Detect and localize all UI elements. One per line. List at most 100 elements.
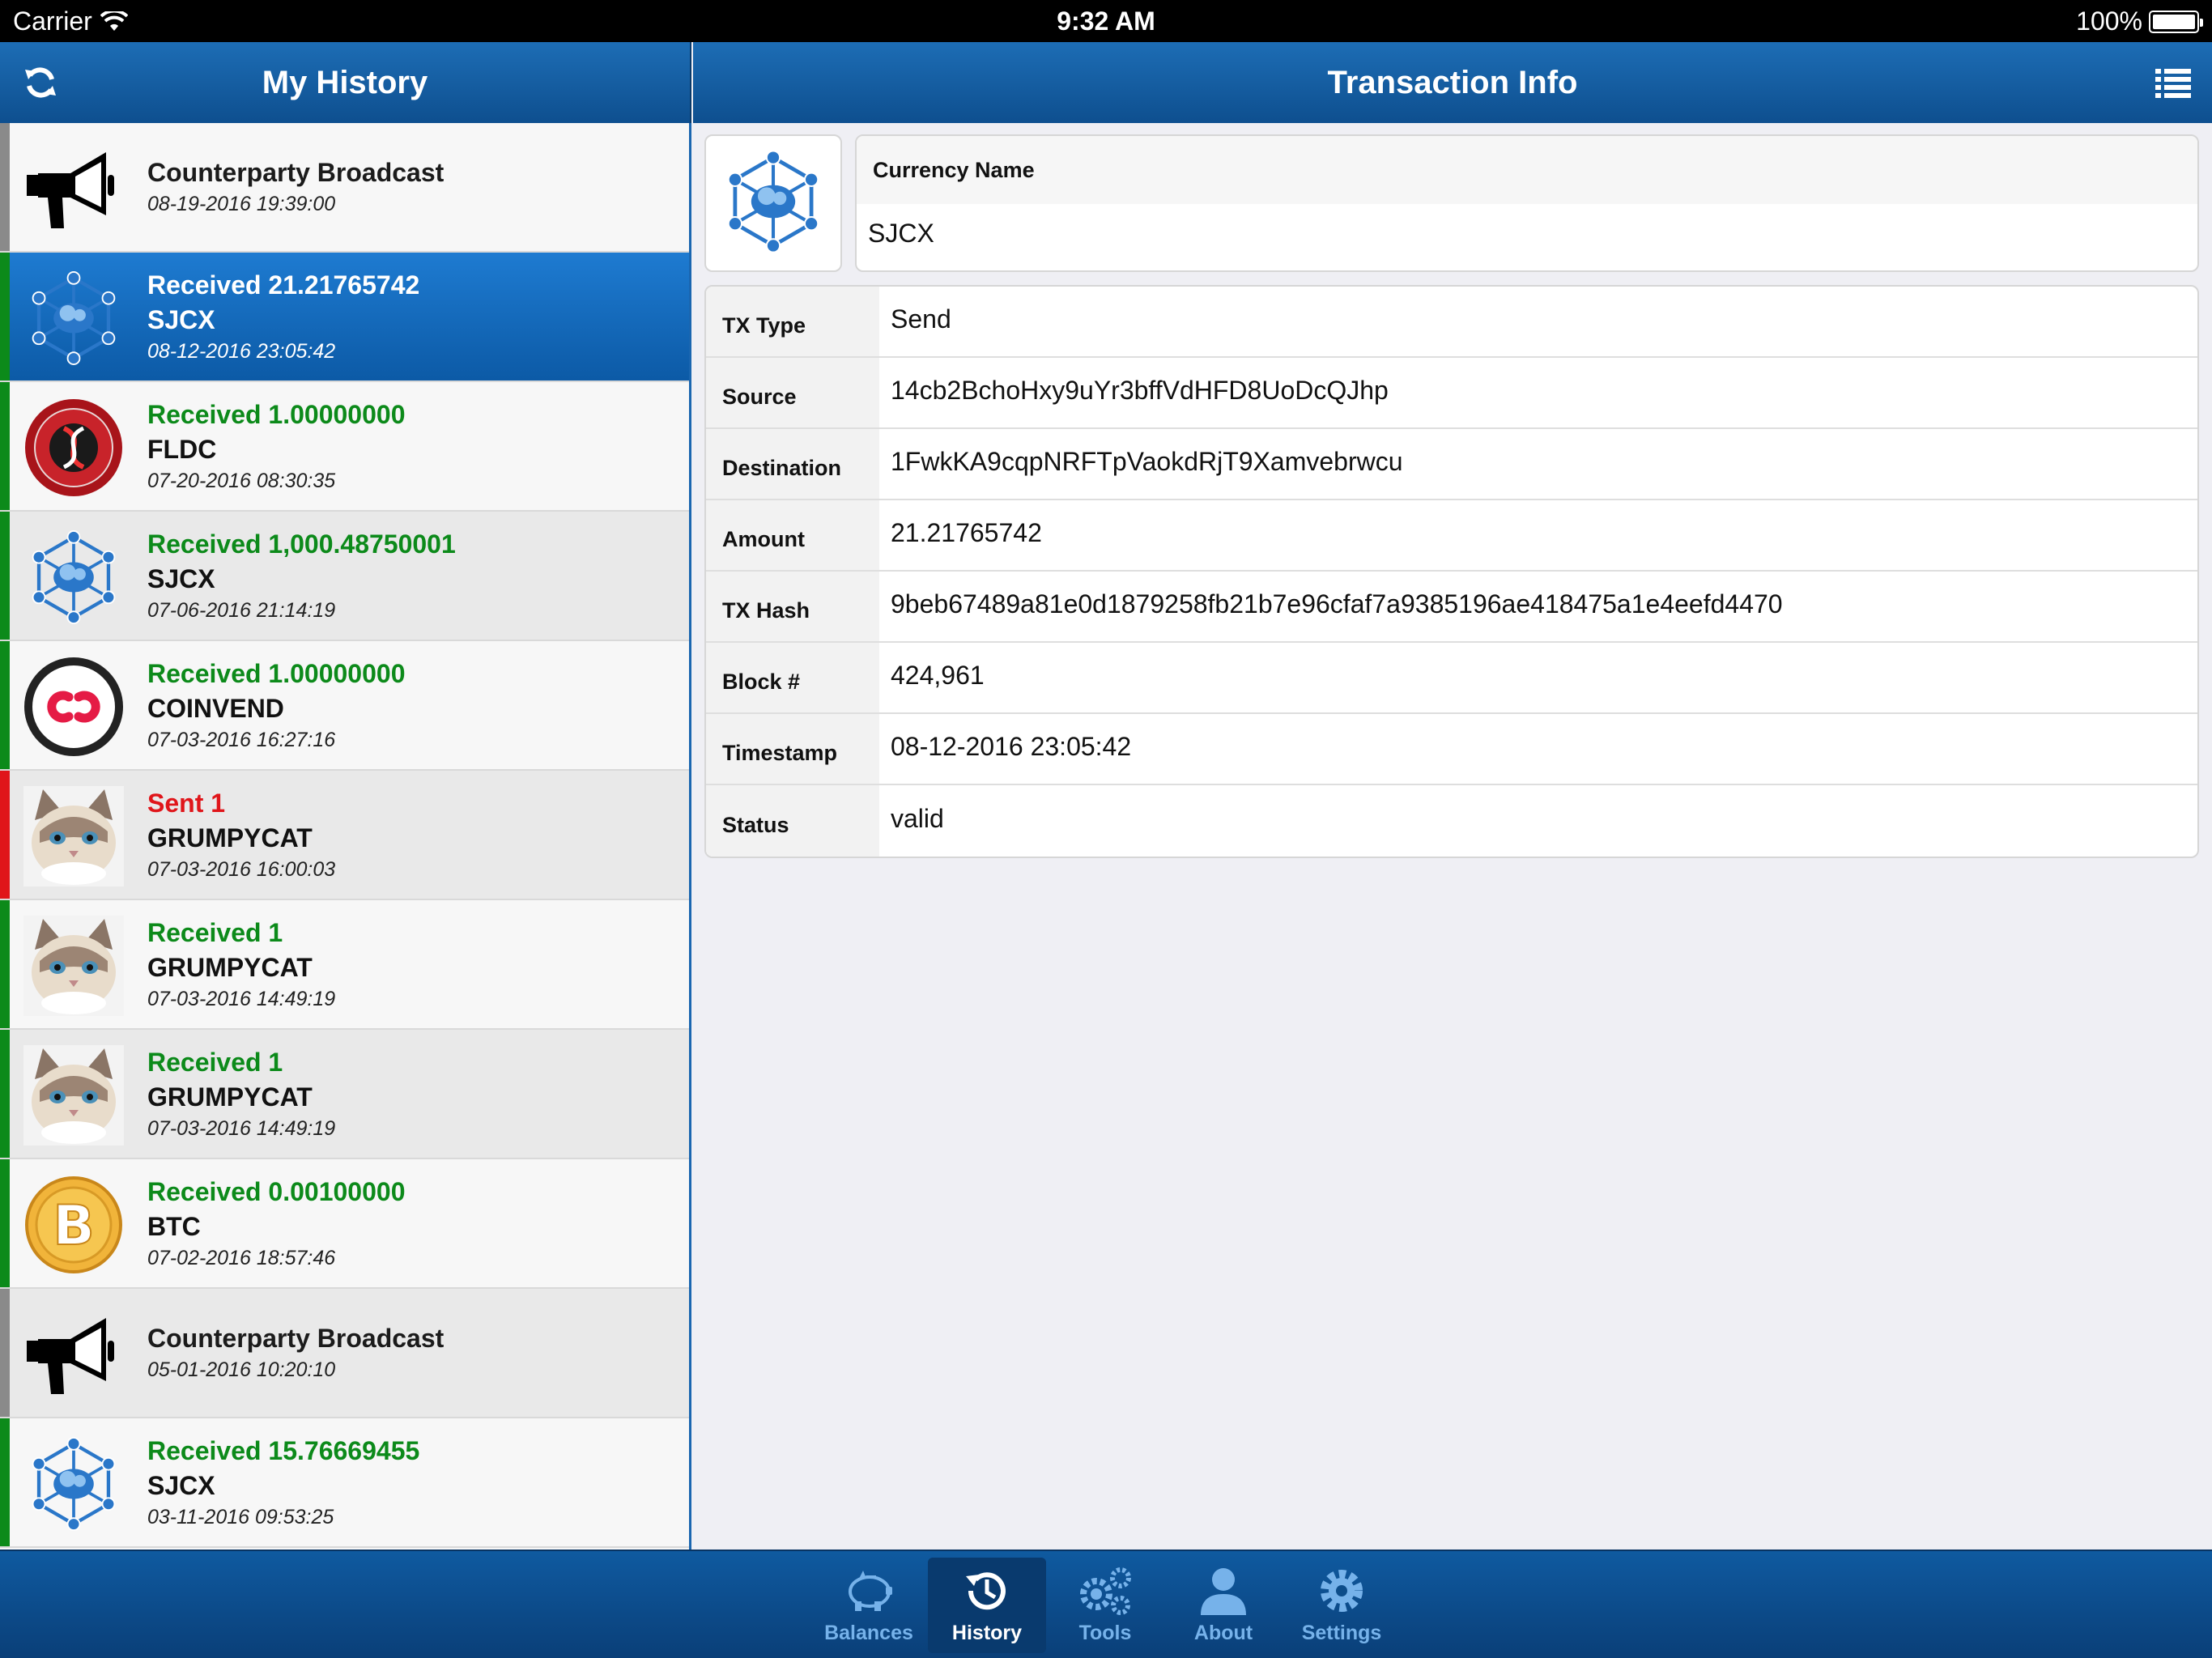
- tab-history[interactable]: History: [928, 1558, 1046, 1653]
- info-row: TX Type Send: [706, 287, 2197, 358]
- sjcx-icon: [718, 147, 828, 261]
- gears-icon: [1077, 1565, 1134, 1617]
- tab-label: Tools: [1078, 1622, 1132, 1644]
- tab-label: Settings: [1301, 1622, 1382, 1644]
- tab-about[interactable]: About: [1164, 1558, 1283, 1653]
- history-row-title: Received 21.21765742: [147, 270, 420, 300]
- info-row: Amount 21.21765742: [706, 500, 2197, 572]
- tab-tools[interactable]: Tools: [1046, 1558, 1164, 1653]
- history-row-title: Counterparty Broadcast: [147, 158, 445, 187]
- history-list[interactable]: Counterparty Broadcast 08-19-2016 19:39:0…: [0, 123, 691, 1550]
- fldc-icon: [21, 399, 126, 496]
- info-label: Block #: [706, 643, 879, 712]
- info-row: Source 14cb2BchoHxy9uYr3bffVdHFD8UoDcQJhp: [706, 358, 2197, 429]
- history-row[interactable]: Received 1.00000000 COINVEND 07-03-2016 16…: [0, 641, 689, 771]
- history-row-date: 07-02-2016 18:57:46: [147, 1246, 336, 1269]
- carrier-label: Carrier: [13, 6, 92, 36]
- history-row-asset: GRUMPYCAT: [147, 1082, 313, 1112]
- history-row-text: Received 1 GRUMPYCAT 07-03-2016 14:49:19: [147, 1030, 335, 1158]
- battery-label: 100%: [2076, 6, 2142, 36]
- info-row: Block # 424,961: [706, 643, 2197, 714]
- coinvend-icon: [21, 657, 126, 756]
- history-row[interactable]: Counterparty Broadcast 05-01-2016 10:20:1…: [0, 1289, 689, 1418]
- history-row[interactable]: Received 1,000.48750001 SJCX 07-06-2016 21…: [0, 512, 689, 641]
- history-row-title: Received 1: [147, 917, 283, 947]
- history-row-title: Received 1,000.48750001: [147, 529, 456, 559]
- detail-title: Transaction Info: [1327, 64, 1578, 100]
- tab-balances[interactable]: Balances: [810, 1558, 928, 1653]
- battery-info: 100%: [2076, 6, 2203, 36]
- currency-name-label: Currency Name: [857, 136, 2197, 204]
- info-row: Destination 1FwkKA9cqpNRFTpVaokdRjT9Xamve…: [706, 429, 2197, 500]
- history-row-date: 08-19-2016 19:39:00: [147, 193, 336, 215]
- history-row-asset: GRUMPYCAT: [147, 952, 313, 982]
- history-row-text: Received 1.00000000 FLDC 07-20-2016 08:30:…: [147, 382, 405, 510]
- history-row-text: Received 15.76669455 SJCX 03-11-2016 09:53…: [147, 1418, 419, 1546]
- history-row[interactable]: Counterparty Broadcast 08-19-2016 19:39:0…: [0, 123, 689, 253]
- info-value: 08-12-2016 23:05:42: [891, 731, 1132, 761]
- status-indicator-bar: [0, 1030, 10, 1158]
- sjcx-icon: [21, 1437, 126, 1531]
- tab-bar: Balances History Tools About Settings: [0, 1550, 2212, 1658]
- history-row[interactable]: B Received 0.00100000 BTC 07-02-2016 18:57…: [0, 1159, 689, 1289]
- currency-name-value: SJCX: [868, 219, 934, 248]
- history-row[interactable]: Received 1 GRUMPYCAT 07-03-2016 14:49:19: [0, 1030, 689, 1159]
- history-row-date: 07-03-2016 16:00:03: [147, 857, 336, 881]
- info-value: Send: [891, 304, 951, 334]
- history-row-date: 07-03-2016 16:27:16: [147, 728, 336, 751]
- info-label: Status: [706, 785, 879, 857]
- info-label: TX Hash: [706, 572, 879, 641]
- history-row[interactable]: Received 1.00000000 FLDC 07-20-2016 08:30:…: [0, 382, 689, 512]
- list-view-button[interactable]: [2150, 60, 2196, 105]
- status-indicator-bar: [0, 1289, 10, 1417]
- currency-icon-box: [704, 134, 842, 272]
- battery-icon: [2149, 10, 2203, 33]
- history-row[interactable]: Sent 1 GRUMPYCAT 07-03-2016 16:00:03: [0, 771, 689, 900]
- history-row[interactable]: Received 21.21765742 SJCX 08-12-2016 23:05…: [0, 253, 689, 382]
- history-row-text: Received 1.00000000 COINVEND 07-03-2016 16…: [147, 641, 405, 769]
- status-indicator-bar: [0, 900, 10, 1028]
- piggy-bank-icon: [840, 1565, 897, 1617]
- history-row-text: Counterparty Broadcast 08-19-2016 19:39:0…: [147, 123, 444, 251]
- tab-list: Balances History Tools About Settings: [810, 1558, 1401, 1653]
- history-row-asset: SJCX: [147, 563, 215, 593]
- info-label: Destination: [706, 429, 879, 499]
- tab-label: History: [951, 1622, 1023, 1644]
- status-indicator-bar: [0, 512, 10, 640]
- bitcoin-icon: B: [21, 1176, 126, 1273]
- svg-text:B: B: [53, 1194, 95, 1258]
- info-value: 1FwkKA9cqpNRFTpVaokdRjT9Xamvebrwcu: [891, 446, 1403, 476]
- gear-icon: [1313, 1565, 1370, 1617]
- info-value: 21.21765742: [891, 517, 1042, 547]
- refresh-button[interactable]: [18, 60, 63, 105]
- currency-name-box: Currency Name SJCX: [855, 134, 2199, 272]
- grumpycat-icon: [21, 786, 126, 886]
- person-icon: [1195, 1565, 1252, 1617]
- info-row: TX Hash 9beb67489a81e0d1879258fb21b7e96cf…: [706, 572, 2197, 643]
- status-indicator-bar: [0, 382, 10, 510]
- grumpycat-icon: [21, 1045, 126, 1146]
- status-time: 9:32 AM: [1057, 6, 1155, 36]
- sjcx-icon: [21, 271, 126, 365]
- history-row-asset: SJCX: [147, 1470, 215, 1500]
- history-row[interactable]: Received 1 GRUMPYCAT 07-03-2016 14:49:19: [0, 900, 689, 1030]
- history-row-date: 07-20-2016 08:30:35: [147, 469, 336, 492]
- status-bar: Carrier 9:32 AM 100%: [0, 0, 2212, 42]
- history-row-title: Received 15.76669455: [147, 1435, 420, 1465]
- sjcx-icon: [21, 530, 126, 624]
- history-row-date: 05-01-2016 10:20:10: [147, 1358, 336, 1381]
- grumpycat-icon: [21, 916, 126, 1016]
- history-row[interactable]: Received 15.76669455 SJCX 03-11-2016 09:53…: [0, 1418, 689, 1548]
- history-row-date: 07-03-2016 14:49:19: [147, 987, 336, 1010]
- info-label: Source: [706, 358, 879, 427]
- history-row-date: 08-12-2016 23:05:42: [147, 339, 336, 363]
- history-row-title: Sent 1: [147, 788, 226, 818]
- info-value: 14cb2BchoHxy9uYr3bffVdHFD8UoDcQJhp: [891, 375, 1389, 405]
- info-row: Status valid: [706, 785, 2197, 857]
- history-title: My History: [262, 64, 428, 100]
- history-row-text: Sent 1 GRUMPYCAT 07-03-2016 16:00:03: [147, 771, 335, 899]
- status-indicator-bar: [0, 641, 10, 769]
- tab-settings[interactable]: Settings: [1283, 1558, 1401, 1653]
- history-row-asset: GRUMPYCAT: [147, 823, 313, 852]
- history-row-date: 07-03-2016 14:49:19: [147, 1116, 336, 1140]
